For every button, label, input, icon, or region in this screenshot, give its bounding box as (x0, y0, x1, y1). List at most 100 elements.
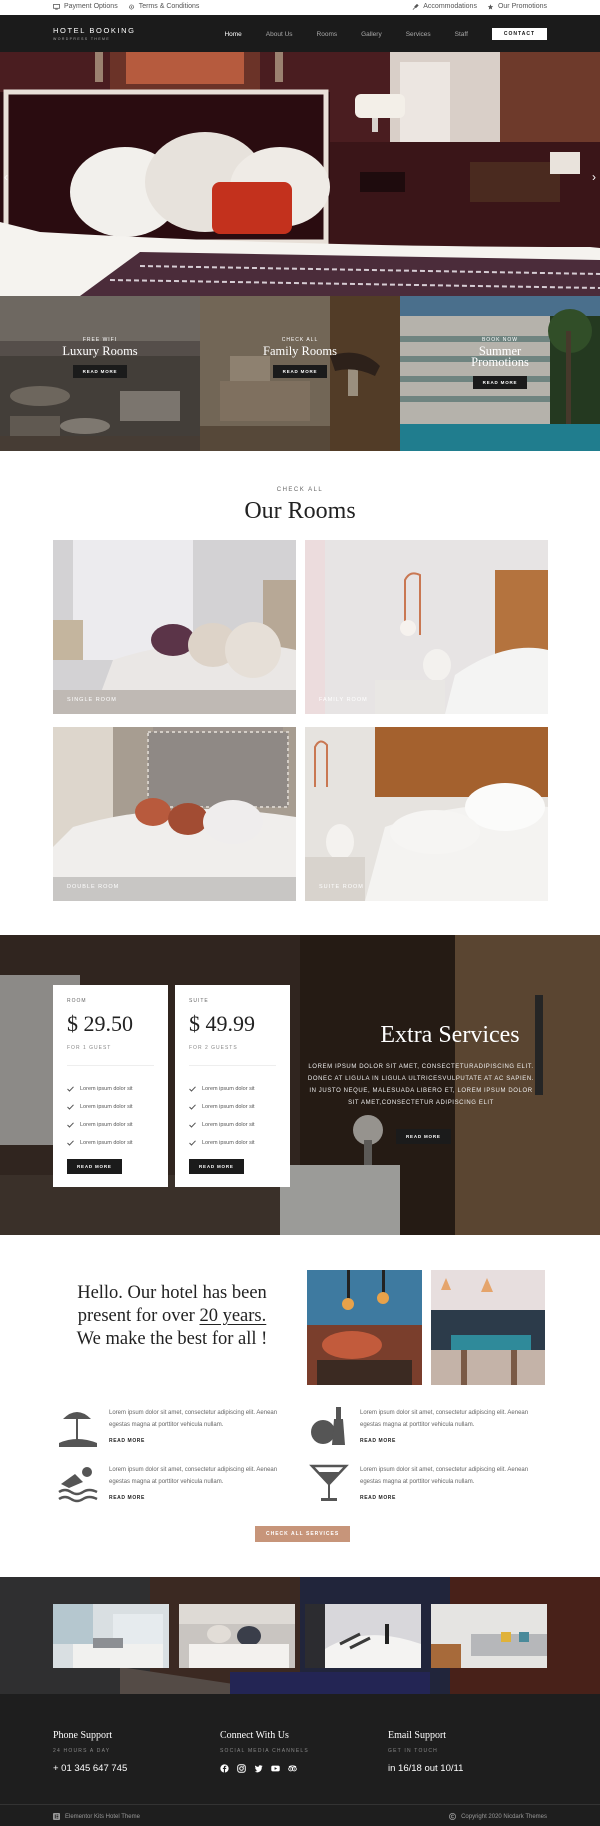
topbar-link-terms[interactable]: Terms & Conditions (128, 3, 200, 10)
room-card-suite[interactable]: SUITE ROOM (305, 727, 548, 901)
footer-phone-number[interactable]: + 01 345 647 745 (53, 1763, 127, 1774)
pricing-feature: Lorem ipsum dolor sit (67, 1098, 133, 1116)
footer-subheading: GET IN TOUCH (388, 1748, 438, 1754)
promo-read-more-button[interactable]: READ MORE (72, 365, 128, 378)
gallery-thumbnail[interactable] (53, 1604, 169, 1668)
topbar-link-promotions[interactable]: Our Promotions (487, 3, 547, 10)
rooms-kicker: CHECK ALL (276, 487, 324, 493)
topbar-link-accommodations[interactable]: Accommodations (412, 3, 477, 10)
rooms-title: Our Rooms (244, 498, 356, 524)
check-all-services-button[interactable]: CHECK ALL SERVICES (255, 1526, 351, 1542)
promo-text: CHECK ALL Family Rooms READ MORE (200, 337, 400, 378)
feature-text: Lorem ipsum dolor sit amet, consectetur … (360, 1467, 529, 1485)
pricing-feature: Lorem ipsum dolor sit (67, 1080, 133, 1098)
extra-services-read-more-button[interactable]: READ MORE (396, 1129, 451, 1144)
logo[interactable]: HOTEL BOOKING WORDPRESS THEME (53, 26, 136, 41)
feature-swimming: Lorem ipsum dolor sit amet, consectetur … (57, 1462, 277, 1510)
footer-copyright-label: Copyright 2020 Nicdark Themes (461, 1813, 547, 1820)
promo-read-more-button[interactable]: READ MORE (272, 365, 328, 378)
feature-read-more-link[interactable]: READ MORE (360, 1495, 396, 1501)
hello-heading-highlight: 20 years. (199, 1306, 267, 1326)
twitter-icon[interactable] (254, 1764, 263, 1773)
pricing-feature-list: Lorem ipsum dolor sit Lorem ipsum dolor … (189, 1080, 255, 1152)
pricing-price: $ 49.99 (189, 1011, 255, 1036)
footer-connect: Connect With Us SOCIAL MEDIA CHANNELS (220, 1730, 309, 1773)
divider (67, 1065, 154, 1066)
room-card-double[interactable]: DOUBLE ROOM (53, 727, 296, 901)
facebook-icon[interactable] (220, 1764, 229, 1773)
pricing-feature-label: Lorem ipsum dolor sit (80, 1140, 133, 1146)
pricing-card-room: ROOM $ 29.50 FOR 1 GUEST Lorem ipsum dol… (53, 985, 168, 1187)
pricing-price: $ 29.50 (67, 1011, 133, 1036)
feature-read-more-link[interactable]: READ MORE (109, 1438, 145, 1444)
pricing-read-more-button[interactable]: READ MORE (67, 1159, 122, 1174)
pricing-feature: Lorem ipsum dolor sit (67, 1116, 133, 1134)
swimmer-icon (58, 1467, 98, 1503)
promo-title: Family Rooms (263, 344, 337, 358)
gear-icon (128, 3, 134, 10)
instagram-icon[interactable] (237, 1764, 246, 1773)
promo-read-more-button[interactable]: READ MORE (472, 376, 528, 389)
footer-subheading: SOCIAL MEDIA CHANNELS (220, 1748, 309, 1754)
pricing-feature: Lorem ipsum dolor sit (189, 1134, 255, 1152)
feature-cocktail: Lorem ipsum dolor sit amet, consectetur … (308, 1462, 528, 1510)
pricing-feature-label: Lorem ipsum dolor sit (80, 1086, 133, 1092)
footer: Phone Support 24 HOURS A DAY + 01 345 64… (0, 1694, 600, 1826)
nav-item-rooms[interactable]: Rooms (317, 31, 338, 38)
promo-title: Luxury Rooms (62, 344, 138, 358)
topbar-link-payment[interactable]: Payment Options (53, 3, 118, 10)
social-links (220, 1764, 309, 1773)
nav-menu: Home About Us Rooms Gallery Services Sta… (224, 28, 547, 40)
wine-bottle-icon (311, 1407, 345, 1445)
room-card-family[interactable]: FAMILY ROOM (305, 540, 548, 714)
pricing-feature: Lorem ipsum dolor sit (67, 1134, 133, 1152)
star-icon (487, 3, 494, 10)
pricing-guests: FOR 2 GUESTS (189, 1045, 238, 1051)
room-label: SINGLE ROOM (67, 697, 117, 703)
feature-read-more-link[interactable]: READ MORE (109, 1495, 145, 1501)
pricing-feature-label: Lorem ipsum dolor sit (202, 1140, 255, 1146)
pricing-feature: Lorem ipsum dolor sit (189, 1098, 255, 1116)
pricing-feature: Lorem ipsum dolor sit (189, 1116, 255, 1134)
feature-read-more-link[interactable]: READ MORE (360, 1438, 396, 1444)
tripadvisor-icon[interactable] (288, 1764, 297, 1773)
divider (189, 1065, 276, 1066)
pricing-read-more-button[interactable]: READ MORE (189, 1159, 244, 1174)
room-image (305, 540, 548, 714)
room-label: DOUBLE ROOM (67, 884, 120, 890)
logo-subtitle: WORDPRESS THEME (53, 37, 111, 41)
gallery-thumbnail[interactable] (305, 1604, 421, 1668)
hero-next-arrow[interactable]: › (592, 170, 596, 184)
topbar-link-label: Our Promotions (497, 3, 547, 10)
top-bar: Payment Options Terms & Conditions Accom… (0, 0, 600, 15)
gallery-thumbnail[interactable] (179, 1604, 295, 1668)
contact-button[interactable]: CONTACT (491, 28, 547, 40)
gallery-thumbnail[interactable] (431, 1604, 547, 1668)
hero-prev-arrow[interactable]: ‹ (4, 170, 8, 184)
promo-family-rooms[interactable]: CHECK ALL Family Rooms READ MORE (200, 296, 400, 451)
nav-item-staff[interactable]: Staff (455, 31, 468, 38)
promo-kicker: CHECK ALL (281, 337, 319, 343)
pricing-feature-label: Lorem ipsum dolor sit (202, 1104, 255, 1110)
nav-item-home[interactable]: Home (224, 31, 241, 38)
pin-icon (412, 3, 419, 10)
pricing-kicker: SUITE (189, 998, 209, 1004)
room-card-single[interactable]: SINGLE ROOM (53, 540, 296, 714)
check-icon (67, 1140, 74, 1146)
promo-luxury-rooms[interactable]: FREE WIFI Luxury Rooms READ MORE (0, 296, 200, 451)
footer-theme-label[interactable]: Elementor Kits Hotel Theme (65, 1814, 140, 1820)
footer-heading: Connect With Us (220, 1730, 289, 1741)
topbar-link-label: Payment Options (64, 3, 118, 10)
check-icon (67, 1086, 74, 1092)
nav-item-gallery[interactable]: Gallery (361, 31, 382, 38)
pricing-card-suite: SUITE $ 49.99 FOR 2 GUESTS Lorem ipsum d… (175, 985, 290, 1187)
nav-item-services[interactable]: Services (406, 31, 431, 38)
topbar-link-label: Terms & Conditions (138, 3, 200, 10)
hero-slider: ‹ › (0, 52, 600, 296)
nav-item-about[interactable]: About Us (266, 31, 293, 38)
topbar-link-label: Accommodations (423, 3, 477, 10)
room-label: FAMILY ROOM (319, 697, 368, 703)
youtube-icon[interactable] (271, 1764, 280, 1773)
promo-summer-promotions[interactable]: BOOK NOW Summer Promotions READ MORE (400, 296, 600, 451)
footer-email-hours: in 16/18 out 10/11 (388, 1763, 464, 1774)
